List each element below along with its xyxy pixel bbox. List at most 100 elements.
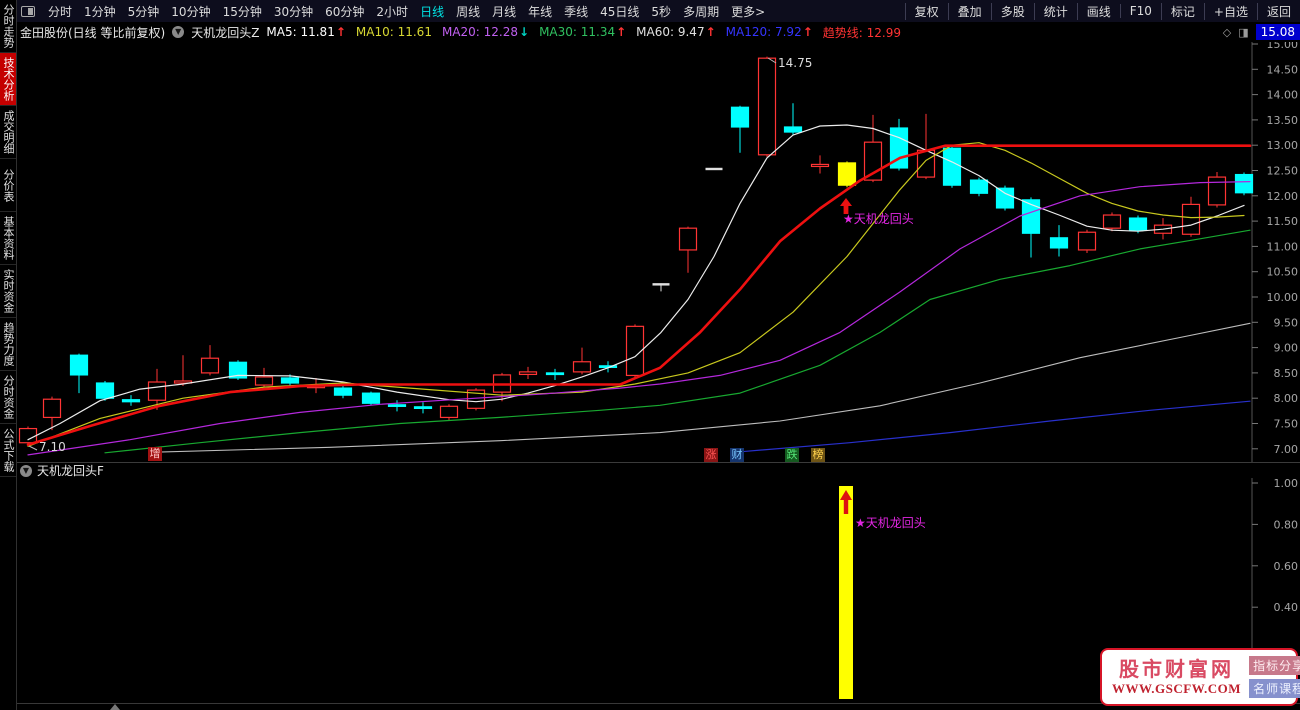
svg-text:14.00: 14.00 — [1267, 89, 1299, 102]
sidebar-item[interactable]: 趋势力度 — [0, 318, 16, 371]
svg-text:0.40: 0.40 — [1274, 601, 1299, 614]
svg-text:9.50: 9.50 — [1274, 316, 1299, 329]
toolbar-button[interactable]: 画线 — [1076, 2, 1120, 20]
period-tab[interactable]: 45日线 — [594, 3, 645, 20]
watermark-tag-indicator-share: 指标分享 — [1249, 656, 1300, 675]
svg-text:14.50: 14.50 — [1267, 63, 1299, 76]
chevron-down-circle-icon[interactable]: ▼ — [172, 26, 185, 38]
trend-arrow-icon: ↑ — [705, 25, 716, 39]
sidebar-item[interactable]: 基本资料 — [0, 212, 16, 265]
hot-tag-跌[interactable]: 跌 — [785, 448, 799, 462]
toolbar-button[interactable]: 叠加 — [947, 2, 991, 20]
trend-arrow-icon: ↑ — [335, 25, 346, 39]
sidebar-item[interactable]: 技术分析 — [0, 53, 16, 106]
chevron-down-circle-icon[interactable]: ▼ — [20, 464, 32, 477]
period-tab[interactable]: 月线 — [486, 3, 522, 20]
scrollbar-marker[interactable] — [110, 704, 120, 710]
period-tab[interactable]: 周线 — [450, 3, 486, 20]
signal-label: ★天机龙回头 — [855, 516, 926, 530]
sidebar-item[interactable]: 分价表 — [0, 159, 16, 212]
period-tab[interactable]: 30分钟 — [268, 3, 319, 20]
panel-toggle-icon[interactable] — [21, 5, 35, 17]
period-tab[interactable]: 15分钟 — [217, 3, 268, 20]
period-tab[interactable]: 10分钟 — [165, 3, 216, 20]
left-sidebar: 分时走势 技术分析 成交明细 分价表 基本资料 实时资金 趋势力度 分时资金 公式下载 — [0, 0, 17, 710]
chart-header: 金田股份(日线 等比前复权) ▼ 天机龙回头Z MA5: 11.81↑ MA10:… — [17, 22, 1300, 42]
svg-text:8.50: 8.50 — [1274, 367, 1299, 380]
ma-value: MA20: 12.28↓ — [441, 25, 530, 39]
overlay-indicator-name: 天机龙回头Z — [191, 25, 260, 40]
svg-text:15.00: 15.00 — [1267, 42, 1299, 51]
trend-arrow-icon: ↑ — [802, 25, 813, 39]
sub-indicator-name: 天机龙回头F — [37, 464, 104, 478]
toolbar-button[interactable]: 返回 — [1256, 2, 1300, 20]
sidebar-item[interactable]: 分时资金 — [0, 371, 16, 424]
period-tab[interactable]: 年线 — [522, 3, 558, 20]
trend-arrow-icon: ↓ — [519, 25, 530, 39]
svg-text:10.00: 10.00 — [1267, 291, 1299, 304]
period-tab[interactable]: 更多> — [725, 3, 771, 20]
ma-value: MA120: 7.92↑ — [725, 25, 813, 39]
period-tab[interactable]: 5秒 — [645, 3, 677, 20]
svg-text:12.50: 12.50 — [1267, 165, 1299, 178]
svg-text:11.00: 11.00 — [1267, 240, 1299, 253]
ma-values: MA5: 11.81↑ MA10: 11.61 MA20: 12.28↓ MA30: … — [266, 24, 901, 41]
watermark-site-url: WWW.GSCFW.COM — [1112, 680, 1242, 696]
period-tab[interactable]: 1分钟 — [78, 3, 122, 20]
sidebar-item[interactable]: 公式下载 — [0, 424, 16, 477]
sidebar-item[interactable]: 实时资金 — [0, 265, 16, 318]
low-price-label: 7.10 — [39, 440, 66, 454]
high-price-label: 14.75 — [778, 56, 813, 70]
stock-title: 金田股份(日线 等比前复权) — [20, 25, 166, 40]
toolbar-button[interactable]: +自选 — [1203, 2, 1257, 20]
toolbar-button[interactable]: 复权 — [904, 2, 948, 20]
svg-text:12.00: 12.00 — [1267, 190, 1299, 203]
trend-arrow-icon: ↑ — [616, 25, 627, 39]
svg-text:13.00: 13.00 — [1267, 139, 1299, 152]
ma-value: 趋势线: 12.99 — [822, 25, 901, 40]
svg-text:13.50: 13.50 — [1267, 114, 1299, 127]
svg-text:0.60: 0.60 — [1274, 560, 1299, 573]
svg-text:11.50: 11.50 — [1267, 215, 1299, 228]
svg-text:7.00: 7.00 — [1274, 443, 1299, 456]
sub-panel-header: ▼ 天机龙回头F — [17, 463, 1300, 478]
period-tab[interactable]: 2小时 — [370, 3, 414, 20]
ma-value: MA60: 9.47↑ — [636, 25, 716, 39]
main-chart-canvas[interactable]: 15.00 14.50 14.00 13.50 13.00 12.50 12.00 11.50… — [17, 38, 1300, 462]
period-tab[interactable]: 季线 — [558, 3, 594, 20]
svg-text:7.50: 7.50 — [1274, 418, 1299, 431]
svg-text:1.00: 1.00 — [1274, 478, 1299, 490]
split-window-icon[interactable]: ◨ — [1238, 26, 1248, 39]
toolbar-button[interactable]: 统计 — [1033, 2, 1077, 20]
zeng-tag[interactable]: 增 — [148, 447, 162, 461]
hot-tag-涨[interactable]: 涨 — [704, 448, 718, 462]
diamond-icon[interactable]: ◇ — [1223, 26, 1231, 39]
period-tab[interactable]: 日线 — [414, 3, 450, 20]
ma-value: MA10: 11.61 — [355, 25, 432, 39]
sidebar-item[interactable]: 分时走势 — [0, 0, 16, 53]
toolbar-button[interactable]: 标记 — [1160, 2, 1204, 20]
watermark-site-name: 股市财富网 — [1119, 656, 1235, 681]
svg-text:9.00: 9.00 — [1274, 342, 1299, 355]
sidebar-item[interactable]: 成交明细 — [0, 106, 16, 159]
signal-label: ★天机龙回头 — [843, 212, 914, 226]
period-tab[interactable]: 多周期 — [677, 3, 725, 20]
svg-text:0.80: 0.80 — [1274, 518, 1299, 531]
period-tab[interactable]: 分时 — [42, 3, 78, 20]
candlestick-chart: 15.00 14.50 14.00 13.50 13.00 12.50 12.00 11.50… — [18, 38, 1299, 462]
toolbar-button[interactable]: F10 — [1119, 4, 1161, 18]
svg-text:8.00: 8.00 — [1274, 392, 1299, 405]
watermark-tag-teacher-course: 名师课程 — [1249, 679, 1300, 698]
period-tabs: 分时 1分钟 5分钟 10分钟 15分钟 30分钟 60分钟 2小时 日线 周线 月线 年线 季线 45日… — [42, 3, 771, 20]
period-tab[interactable]: 60分钟 — [319, 3, 370, 20]
price-highlight-box: 15.08 — [1255, 24, 1300, 40]
hot-tag-榜[interactable]: 榜 — [811, 448, 825, 462]
period-tab[interactable]: 5分钟 — [122, 3, 166, 20]
top-toolbar: 分时 1分钟 5分钟 10分钟 15分钟 30分钟 60分钟 2小时 日线 周线 月线 年线 季线 45日… — [17, 0, 1300, 22]
svg-text:10.50: 10.50 — [1267, 266, 1299, 279]
watermark-badge: 股市财富网 WWW.GSCFW.COM 指标分享 名师课程 — [1100, 648, 1300, 706]
hot-tag-财[interactable]: 财 — [730, 448, 744, 462]
ma-value: MA5: 11.81↑ — [266, 25, 346, 39]
toolbar-button[interactable]: 多股 — [990, 2, 1034, 20]
ma-value: MA30: 11.34↑ — [539, 25, 627, 39]
